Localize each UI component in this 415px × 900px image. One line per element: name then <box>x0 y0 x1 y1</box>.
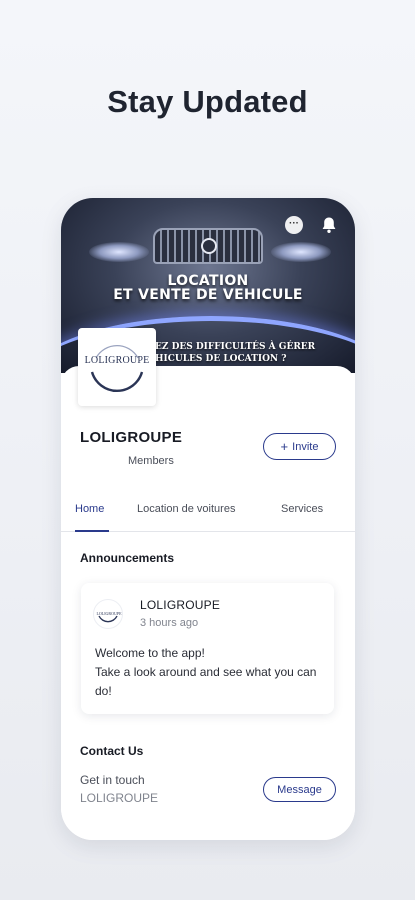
tab-bar: Home Location de voitures Services <box>61 498 355 532</box>
cover-subtext-line1: EZ DES DIFFICULTÉS À GÉRER <box>155 342 316 352</box>
plus-icon: + <box>280 439 289 454</box>
active-tab-indicator <box>75 530 109 532</box>
author-avatar-text: LOLIGROUPE <box>96 611 122 616</box>
car-emblem <box>201 238 217 254</box>
group-sheet: LOLIGROUPE Members + Invite Home Locatio… <box>61 366 355 840</box>
cover-tagline-line2: ET VENTE DE VEHICULE <box>113 287 303 303</box>
more-icon[interactable]: ··· <box>285 216 303 234</box>
announcement-time: 3 hours ago <box>140 617 199 629</box>
tab-location-de-voitures[interactable]: Location de voitures <box>137 503 235 515</box>
phone-frame: LOCATION ET VENTE DE VEHICULE EZ DES DIF… <box>61 198 355 840</box>
announcement-card[interactable]: LOLIGROUPE LOLIGROUPE 3 hours ago Welcom… <box>81 583 334 714</box>
headlight-right <box>271 242 331 262</box>
invite-button-label: Invite <box>292 440 319 453</box>
headlight-left <box>89 242 149 262</box>
author-avatar: LOLIGROUPE <box>93 599 123 629</box>
group-logo: LOLIGROUPE <box>78 328 156 406</box>
contact-title: Contact Us <box>80 744 144 758</box>
cover-subtext-line2: HICULES DE LOCATION ? <box>155 354 287 364</box>
tab-services[interactable]: Services <box>281 503 323 515</box>
announcements-title: Announcements <box>80 551 175 565</box>
promo-headline: Stay Updated <box>107 84 308 119</box>
announcement-author: LOLIGROUPE <box>140 598 221 612</box>
bell-icon[interactable] <box>321 216 337 234</box>
invite-button[interactable]: + Invite <box>263 433 336 460</box>
announcement-body: Welcome to the app! Take a look around a… <box>95 646 317 698</box>
group-logo-text: LOLIGROUPE <box>84 355 150 366</box>
members-link[interactable]: Members <box>128 455 174 467</box>
cover-top-actions: ··· <box>285 216 337 234</box>
message-button[interactable]: Message <box>263 777 336 802</box>
group-name: LOLIGROUPE <box>80 429 183 446</box>
contact-line2: LOLIGROUPE <box>80 791 159 805</box>
contact-line1: Get in touch <box>80 773 145 787</box>
tab-home[interactable]: Home <box>75 503 104 515</box>
